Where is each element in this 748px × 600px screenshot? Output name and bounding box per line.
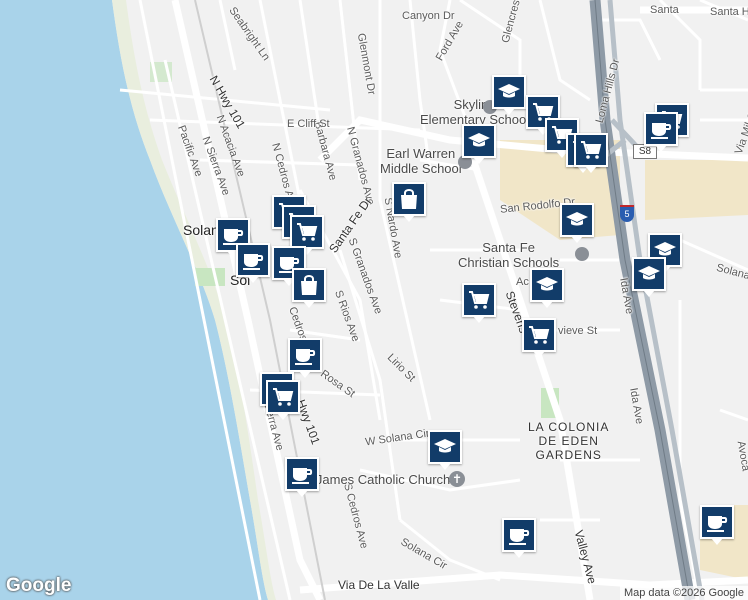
- school-poi-icon: [575, 247, 589, 261]
- map-marker-cup[interactable]: [502, 518, 536, 558]
- graduation-cap-icon: [467, 129, 491, 153]
- shopping-bag-icon: [297, 273, 321, 297]
- graduation-cap-icon: [497, 80, 521, 104]
- graduation-cap-icon: [637, 262, 661, 286]
- street-label: Ac: [516, 276, 529, 288]
- map-marker-cap[interactable]: [462, 124, 496, 164]
- street-label: Canyon Dr: [402, 10, 455, 22]
- coffee-cup-icon: [507, 523, 531, 547]
- map-marker-cup[interactable]: [236, 243, 270, 283]
- coffee-cup-icon: [705, 510, 729, 534]
- coffee-cup-icon: [290, 462, 314, 486]
- interstate-5-shield: 5: [620, 205, 634, 222]
- coffee-cup-icon: [649, 117, 673, 141]
- map-marker-cart[interactable]: [462, 283, 496, 323]
- route-s8-shield: S8: [633, 144, 657, 159]
- map-canvas[interactable]: Santa Santa Helena Canyon Dr Ford Ave Gl…: [0, 0, 748, 600]
- shopping-cart-icon: [527, 323, 551, 347]
- coffee-cup-icon: [293, 343, 317, 367]
- map-marker-bag[interactable]: [392, 182, 426, 222]
- coffee-cup-icon: [241, 248, 265, 272]
- graduation-cap-icon: [535, 273, 559, 297]
- poi-label-santa-fe-christian[interactable]: Santa Fe Christian Schools: [458, 240, 559, 270]
- map-marker-cap[interactable]: [428, 430, 462, 470]
- street-label: E Cliff St: [287, 118, 330, 130]
- poi-label-catholic-church[interactable]: St James Catholic Church: [300, 472, 450, 487]
- map-marker-cup[interactable]: [644, 112, 678, 152]
- map-marker-cap[interactable]: [560, 203, 594, 243]
- map-marker-cap[interactable]: [492, 75, 526, 115]
- map-marker-cart[interactable]: [266, 380, 300, 420]
- street-label: Santa: [650, 4, 679, 16]
- map-marker-cup[interactable]: [285, 457, 319, 497]
- map-marker-cap[interactable]: [632, 257, 666, 297]
- graduation-cap-icon: [433, 435, 457, 459]
- map-marker-cart[interactable]: [522, 318, 556, 358]
- map-marker-cap[interactable]: [530, 268, 564, 308]
- graduation-cap-icon: [565, 208, 589, 232]
- map-attribution[interactable]: Map data ©2026 Google: [619, 586, 748, 600]
- shopping-cart-icon: [467, 288, 491, 312]
- area-label-la-colonia: LA COLONIA DE EDEN GARDENS: [528, 420, 610, 462]
- poi-label-earl-warren-school[interactable]: Earl Warren Middle School: [380, 146, 462, 176]
- church-poi-icon: ✝: [449, 471, 465, 487]
- shopping-cart-icon: [579, 138, 603, 162]
- street-label: Via De La Valle: [338, 578, 420, 592]
- map-marker-cart[interactable]: [290, 215, 324, 255]
- shopping-bag-icon: [397, 187, 421, 211]
- street-label: vieve St: [558, 325, 598, 337]
- google-logo: Google: [6, 575, 72, 596]
- street-label: Santa Helena: [710, 6, 748, 18]
- map-marker-bag[interactable]: [292, 268, 326, 308]
- shopping-cart-icon: [295, 220, 319, 244]
- map-marker-cup[interactable]: [700, 505, 734, 545]
- map-marker-cup[interactable]: [288, 338, 322, 378]
- shopping-cart-icon: [271, 385, 295, 409]
- map-marker-cart[interactable]: [574, 133, 608, 173]
